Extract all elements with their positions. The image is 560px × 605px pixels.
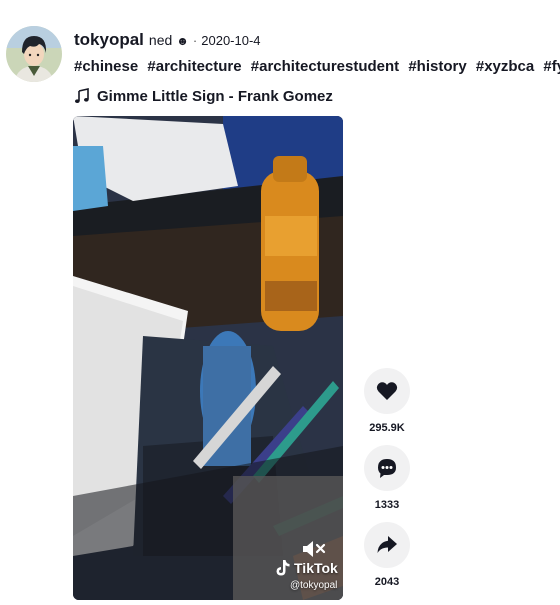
share-action: 2043	[361, 522, 413, 590]
share-icon	[377, 536, 397, 553]
comment-action: 1333	[361, 445, 413, 513]
author-avatar[interactable]	[6, 26, 62, 82]
hashtag-link[interactable]: #history	[408, 58, 466, 75]
separator-dot: ·	[192, 33, 198, 48]
author-line: tokyopal ned ☻ · 2020-10-4	[74, 30, 560, 52]
music-link[interactable]: Gimme Little Sign - Frank Gomez	[74, 85, 560, 107]
hashtag-link[interactable]: #xyzbca	[476, 58, 534, 75]
post-date: 2020-10-4	[201, 33, 261, 48]
tiktok-watermark: TikTok	[275, 559, 338, 577]
watermark-text: TikTok	[294, 560, 338, 576]
share-button[interactable]	[364, 522, 410, 568]
video-player[interactable]: TikTok @tokyopal	[73, 116, 343, 600]
music-title: Gimme Little Sign - Frank Gomez	[97, 87, 333, 105]
heart-icon	[376, 382, 398, 400]
like-count: 295.9K	[369, 422, 405, 434]
watermark-handle: @tokyopal	[290, 580, 338, 591]
like-button[interactable]	[364, 368, 410, 414]
post-caption: #chinese #architecture #architecturestud…	[74, 58, 560, 80]
video-frame	[73, 116, 343, 600]
mute-icon[interactable]	[301, 538, 327, 560]
avatar-image	[6, 26, 62, 82]
comment-button[interactable]	[364, 445, 410, 491]
smiley-icon: ☻	[176, 34, 189, 48]
share-count: 2043	[374, 576, 400, 588]
comment-icon	[378, 459, 396, 478]
video-post: tokyopal ned ☻ · 2020-10-4 #chinese #arc…	[0, 0, 560, 605]
hashtag-link[interactable]: #fyp	[543, 58, 560, 75]
action-bar: 295.9K 1333 2043	[361, 368, 413, 599]
post-header: tokyopal ned ☻ · 2020-10-4 #chinese #arc…	[74, 30, 560, 107]
author-username[interactable]: tokyopal	[74, 30, 144, 50]
hashtag-link[interactable]: #architecturestudent	[251, 58, 399, 75]
hashtag-link[interactable]: #architecture	[147, 58, 241, 75]
music-note-icon	[75, 88, 89, 103]
comment-count: 1333	[374, 499, 400, 511]
hashtag-link[interactable]: #chinese	[74, 58, 138, 75]
author-nickname: ned	[148, 32, 173, 48]
tiktok-logo-icon	[276, 560, 290, 576]
like-action: 295.9K	[361, 368, 413, 436]
